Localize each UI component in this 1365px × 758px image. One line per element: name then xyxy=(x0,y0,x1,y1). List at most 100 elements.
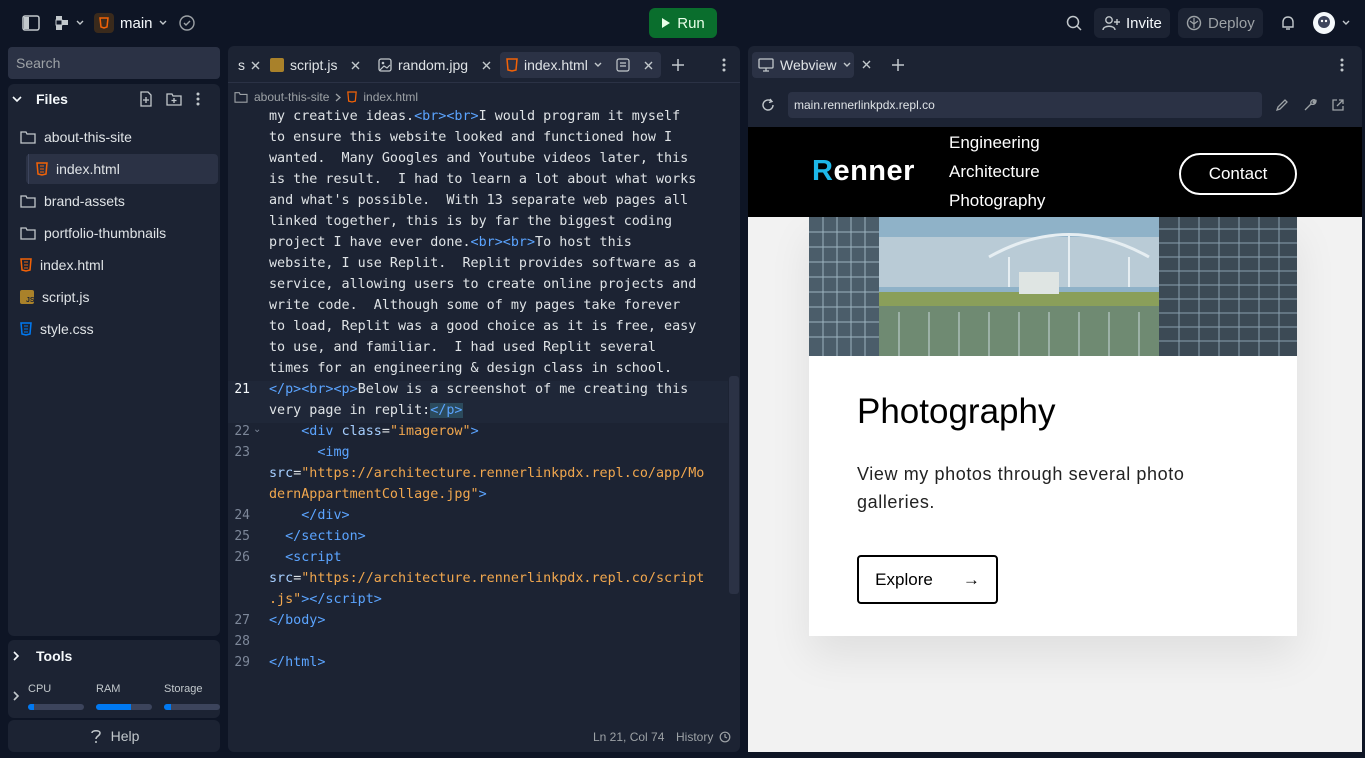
tree-folder-brand-assets[interactable]: brand-assets xyxy=(10,186,218,216)
cpu-meter-fill xyxy=(28,704,34,710)
code-line: to ensure this website looked and functi… xyxy=(269,130,673,145)
js-file-icon: JS xyxy=(20,290,34,304)
code-line: to use, and familiar. I had used Replit … xyxy=(269,340,656,355)
open-new-tab-icon[interactable] xyxy=(1331,98,1345,112)
add-tab-icon[interactable] xyxy=(671,58,685,72)
editor-scrollbar[interactable] xyxy=(729,376,739,594)
invite-button[interactable]: Invite xyxy=(1094,8,1170,38)
new-folder-icon[interactable] xyxy=(166,91,182,107)
explore-button[interactable]: Explore → xyxy=(857,555,998,604)
format-icon[interactable] xyxy=(616,58,630,72)
storage-meter-fill xyxy=(164,704,171,710)
line-number: 27 xyxy=(234,613,250,628)
code-line: src="https://architecture.rennerlinkpdx.… xyxy=(269,466,705,481)
tree-item-label: script.js xyxy=(42,289,90,305)
code-line: <img xyxy=(317,445,350,460)
tools-title: Tools xyxy=(36,648,73,664)
breadcrumb-folder[interactable]: about-this-site xyxy=(254,90,329,104)
html-file-icon xyxy=(506,58,518,72)
tools-header[interactable]: Tools xyxy=(8,644,220,668)
contact-button[interactable]: Contact xyxy=(1179,153,1297,195)
tree-file-script-js[interactable]: JS script.js xyxy=(10,282,218,312)
html-file-icon xyxy=(94,13,114,33)
code-line: linked together, this is by far the bigg… xyxy=(269,214,673,229)
url-input[interactable]: main.rennerlinkpdx.repl.co xyxy=(788,92,1262,118)
nav-link-architecture[interactable]: Architecture xyxy=(949,162,1040,182)
tree-item-label: brand-assets xyxy=(44,193,125,209)
code-line: website, I use Replit. Replit provides s… xyxy=(269,256,697,271)
tree-file-index-html[interactable]: index.html xyxy=(10,250,218,280)
nav-link-photography[interactable]: Photography xyxy=(949,191,1045,211)
tree-item-label: style.css xyxy=(40,321,94,337)
saved-status-button[interactable] xyxy=(170,8,204,38)
deploy-button[interactable]: Deploy xyxy=(1178,8,1263,38)
code-line: </html> xyxy=(269,655,326,670)
close-icon[interactable] xyxy=(482,61,491,70)
code-line: .js"></script> xyxy=(269,592,382,607)
search-icon xyxy=(1066,15,1082,31)
devtools-icon[interactable] xyxy=(1303,98,1317,112)
tab-script-js[interactable]: script.js xyxy=(264,52,366,78)
account-menu-button[interactable] xyxy=(1304,8,1358,38)
cursor-position[interactable]: Ln 21, Col 74 xyxy=(593,730,664,744)
tree-folder-about-this-site[interactable]: about-this-site xyxy=(10,122,218,152)
close-icon[interactable] xyxy=(644,61,653,70)
edit-icon[interactable] xyxy=(1275,98,1289,112)
tree-folder-portfolio-thumbnails[interactable]: portfolio-thumbnails xyxy=(10,218,218,248)
sidebar-toggle-button[interactable] xyxy=(14,8,48,38)
chevron-right-icon[interactable] xyxy=(12,691,20,701)
line-number: 21 xyxy=(234,382,250,397)
line-number: 22 xyxy=(234,424,250,439)
tab-label: random.jpg xyxy=(398,57,469,73)
help-label: Help xyxy=(110,728,140,744)
code-line: </body> xyxy=(269,613,326,628)
help-button[interactable]: Help xyxy=(8,720,220,752)
chevron-down-icon[interactable] xyxy=(594,62,602,68)
tab-webview[interactable]: Webview xyxy=(752,52,854,78)
photography-card: Photography View my photos through sever… xyxy=(809,217,1297,636)
code-line: to load, Replit was a good choice as it … xyxy=(269,319,697,334)
reload-icon[interactable] xyxy=(761,98,775,112)
close-icon[interactable] xyxy=(862,60,871,69)
folder-icon xyxy=(20,130,36,144)
code-line: my creative ideas.<br><br>I would progra… xyxy=(269,109,681,124)
code-line: times for an engineering & design class … xyxy=(269,361,673,376)
tab-random-jpg[interactable]: random.jpg xyxy=(372,52,497,78)
site-logo[interactable]: Renner xyxy=(812,155,915,188)
history-button[interactable]: History xyxy=(676,730,731,744)
more-options-icon[interactable] xyxy=(195,91,201,107)
search-button[interactable] xyxy=(1058,8,1090,38)
tree-file-style-css[interactable]: style.css xyxy=(10,314,218,344)
tree-file-index-html-selected[interactable]: index.html xyxy=(26,154,218,184)
more-options-icon[interactable] xyxy=(1339,57,1345,73)
code-line: very page in replit:</p> xyxy=(269,403,463,418)
nav-link-engineering[interactable]: Engineering xyxy=(949,133,1040,153)
webview-site: Photography View my photos through sever… xyxy=(748,127,1362,752)
tree-indent-guide xyxy=(28,154,29,184)
site-navbar: Renner Engineering Architecture Photogra… xyxy=(748,127,1362,217)
tab-label: index.html xyxy=(524,57,588,73)
more-options-icon[interactable] xyxy=(721,57,727,73)
tab-index-html-active[interactable]: index.html xyxy=(500,52,661,78)
code-line: project I have ever done.<br><br>To host… xyxy=(269,235,632,250)
run-button[interactable]: Run xyxy=(649,8,717,38)
code-line: write code. Although some of my pages ta… xyxy=(269,298,681,313)
tab-truncated[interactable]: s xyxy=(232,52,266,78)
files-header[interactable]: Files xyxy=(8,86,220,112)
explore-label: Explore xyxy=(875,569,933,589)
breadcrumb-file[interactable]: index.html xyxy=(363,90,418,104)
new-file-icon[interactable] xyxy=(138,91,154,107)
top-bar: main Run Invite Deploy xyxy=(0,0,1365,46)
breadcrumb: about-this-site index.html xyxy=(234,90,418,104)
notifications-button[interactable] xyxy=(1272,8,1304,38)
repl-name: main xyxy=(120,14,153,32)
fold-icon[interactable]: ⌄ xyxy=(253,424,261,435)
cpu-label: CPU xyxy=(28,683,52,695)
close-icon[interactable] xyxy=(351,61,360,70)
add-tab-icon[interactable] xyxy=(891,58,905,72)
tree-item-label: index.html xyxy=(56,161,120,177)
search-input[interactable]: Search xyxy=(8,47,220,79)
close-icon[interactable] xyxy=(251,61,260,70)
card-description: View my photos through several photo gal… xyxy=(857,464,1185,512)
repl-name-button[interactable]: main xyxy=(86,8,175,38)
